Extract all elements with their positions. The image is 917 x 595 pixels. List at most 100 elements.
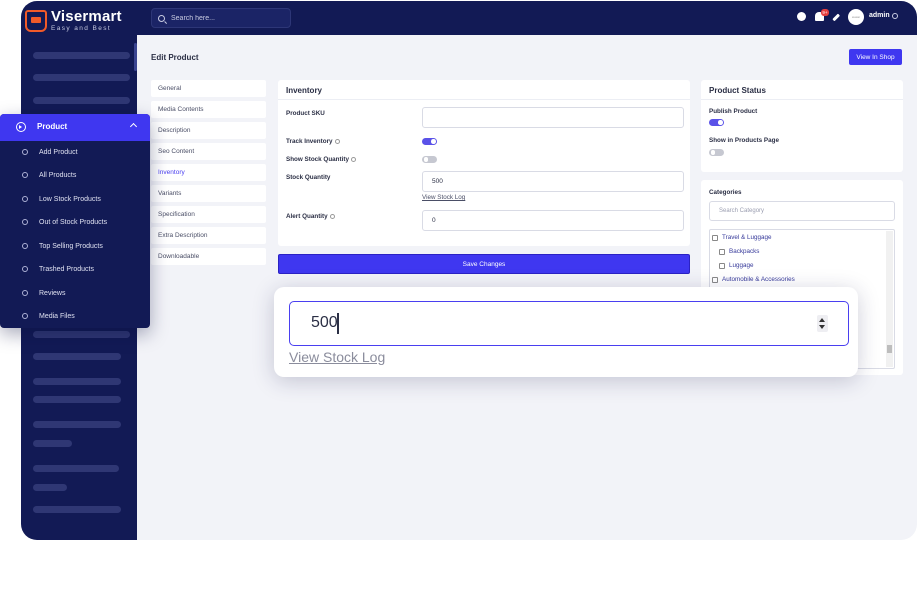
sidebar-item-placeholder[interactable]	[33, 97, 130, 104]
menu-item-add-product[interactable]: Add Product	[0, 143, 150, 161]
product-flyout-menu: Product Add Product All Products Low Sto…	[0, 114, 150, 328]
checkbox[interactable]	[719, 262, 725, 269]
sidebar-item-placeholder[interactable]	[33, 353, 121, 360]
menu-item-media-files[interactable]: Media Files	[0, 307, 150, 325]
tab-inventory[interactable]: Inventory	[151, 164, 266, 181]
product-menu-header[interactable]: Product	[0, 114, 150, 141]
product-tabs: General Media Contents Description Seo C…	[151, 80, 266, 269]
sidebar-item-placeholder[interactable]	[33, 484, 67, 491]
circle-icon	[22, 196, 28, 202]
view-stock-log-zoomed-link[interactable]: View Stock Log	[289, 349, 385, 365]
zoom-callout: 500 View Stock Log	[274, 287, 858, 377]
circle-icon	[22, 266, 28, 272]
tab-general[interactable]: General	[151, 80, 266, 97]
inventory-title: Inventory	[286, 86, 323, 95]
menu-item-top-selling[interactable]: Top Selling Products	[0, 237, 150, 255]
cart-logo-icon	[25, 9, 47, 32]
show-in-page-label: Show in Products Page	[709, 137, 779, 144]
tab-variants[interactable]: Variants	[151, 185, 266, 202]
stock-quantity-label: Stock Quantity	[286, 174, 331, 181]
checkbox[interactable]	[712, 276, 718, 283]
menu-item-out-of-stock[interactable]: Out of Stock Products	[0, 213, 150, 231]
info-icon	[334, 138, 340, 144]
tab-downloadable[interactable]: Downloadable	[151, 248, 266, 265]
category-search-input[interactable]: Search Category	[709, 201, 895, 221]
menu-item-all-products[interactable]: All Products	[0, 166, 150, 184]
inventory-card: Inventory Product SKU Track Inventory Sh…	[278, 80, 690, 246]
show-stock-label: Show Stock Quantity	[286, 156, 356, 163]
tab-description[interactable]: Description	[151, 122, 266, 139]
publish-label: Publish Product	[709, 108, 758, 115]
stepper-up-icon[interactable]	[819, 318, 825, 322]
brand-name: Visermart	[51, 8, 122, 25]
chevron-down-icon[interactable]	[892, 13, 898, 19]
category-scrollbar[interactable]	[886, 231, 893, 367]
category-item[interactable]: Backpacks	[719, 248, 759, 255]
brand-tagline: Easy and Best	[51, 25, 112, 32]
search-icon	[158, 14, 165, 22]
checkbox[interactable]	[712, 234, 718, 241]
view-in-shop-button[interactable]: View In Shop	[849, 49, 902, 65]
notification-badge: 9+	[821, 9, 829, 16]
alert-quantity-field[interactable]: 0	[422, 210, 684, 231]
stepper-down-icon[interactable]	[819, 325, 825, 329]
stock-quantity-field[interactable]: 500	[422, 171, 684, 192]
sidebar-item-placeholder[interactable]	[33, 465, 119, 472]
track-inventory-label: Track Inventory	[286, 138, 340, 145]
tab-seo-content[interactable]: Seo Content	[151, 143, 266, 160]
alert-quantity-label: Alert Quantity	[286, 213, 335, 220]
category-item[interactable]: Luggage	[719, 262, 754, 269]
topbar: 9+ avatar admin	[137, 1, 917, 35]
circle-icon	[22, 290, 28, 296]
show-in-page-toggle[interactable]	[709, 149, 724, 156]
number-stepper[interactable]	[817, 315, 828, 332]
menu-item-trashed[interactable]: Trashed Products	[0, 260, 150, 278]
user-name[interactable]: admin	[869, 12, 890, 19]
stock-quantity-zoomed-input[interactable]: 500	[289, 301, 849, 346]
circle-icon	[22, 243, 28, 249]
publish-toggle[interactable]	[709, 119, 724, 126]
sidebar-item-placeholder[interactable]	[33, 421, 121, 428]
product-status-card: Product Status Publish Product Show in P…	[701, 80, 903, 172]
info-icon	[329, 213, 335, 219]
page-title: Edit Product	[151, 53, 199, 62]
wrench-icon[interactable]	[832, 13, 840, 21]
sidebar-item-placeholder[interactable]	[33, 378, 121, 385]
sidebar-item-placeholder[interactable]	[33, 396, 121, 403]
stock-quantity-value: 500	[311, 314, 338, 331]
sidebar-item-placeholder[interactable]	[33, 440, 72, 447]
product-status-title: Product Status	[709, 86, 766, 95]
sku-field[interactable]	[422, 107, 684, 128]
menu-item-reviews[interactable]: Reviews	[0, 284, 150, 302]
divider	[278, 99, 690, 100]
menu-item-low-stock[interactable]: Low Stock Products	[0, 190, 150, 208]
sidebar-item-placeholder[interactable]	[33, 506, 121, 513]
sidebar-item-placeholder[interactable]	[33, 331, 130, 338]
circle-icon	[22, 149, 28, 155]
checkbox[interactable]	[719, 248, 725, 255]
globe-icon[interactable]	[797, 12, 806, 21]
circle-icon	[22, 313, 28, 319]
sidebar-item-placeholder[interactable]	[33, 52, 130, 59]
tab-extra-description[interactable]: Extra Description	[151, 227, 266, 244]
info-icon	[350, 156, 356, 162]
search-box[interactable]	[151, 8, 291, 28]
category-item[interactable]: Travel & Luggage	[712, 234, 771, 241]
category-item[interactable]: Automobile & Accessories	[712, 276, 795, 283]
view-stock-log-link[interactable]: View Stock Log	[422, 194, 465, 201]
track-inventory-toggle[interactable]	[422, 138, 437, 145]
save-changes-button[interactable]: Save Changes	[278, 254, 690, 274]
show-stock-toggle[interactable]	[422, 156, 437, 163]
text-caret	[337, 313, 339, 334]
tab-specification[interactable]: Specification	[151, 206, 266, 223]
app-window: Visermart Easy and Best 9+ avatar admin	[21, 1, 917, 540]
scrollbar-thumb[interactable]	[887, 345, 892, 353]
brand-logo[interactable]: Visermart Easy and Best	[25, 9, 122, 33]
sidebar-scrollbar[interactable]	[134, 43, 137, 71]
search-input[interactable]	[171, 14, 281, 22]
chevron-up-icon[interactable]	[129, 122, 138, 131]
avatar[interactable]: avatar	[848, 9, 864, 25]
sidebar-item-placeholder[interactable]	[33, 74, 130, 81]
tab-media-contents[interactable]: Media Contents	[151, 101, 266, 118]
circle-icon	[22, 219, 28, 225]
